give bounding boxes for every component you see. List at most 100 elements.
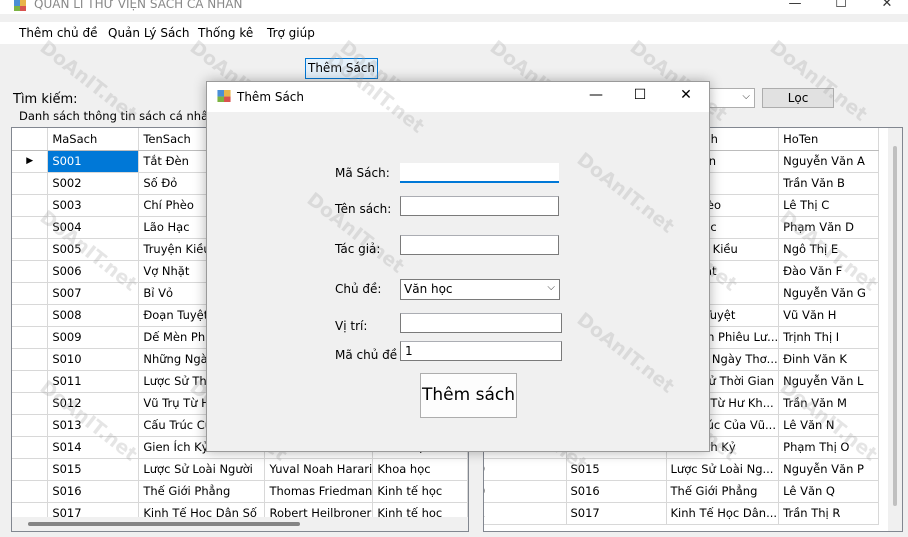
table-cell[interactable]: S013 — [47, 414, 140, 437]
table-cell[interactable]: S008 — [47, 304, 140, 327]
row-header[interactable] — [12, 480, 49, 503]
table-cell[interactable]: S005 — [47, 238, 140, 261]
add-book-dialog: Thêm Sách — ☐ ✕ DoAnIT.net DoAnIT.net Do… — [206, 48, 710, 452]
ma-sach-input[interactable] — [400, 163, 559, 183]
table-cell[interactable]: Phạm Thị O — [778, 436, 880, 459]
table-cell[interactable]: S004 — [47, 216, 140, 239]
table-cell[interactable]: S007 — [47, 282, 140, 305]
table-cell[interactable]: S014 — [47, 436, 140, 459]
table-cell[interactable]: Đào Văn F — [778, 260, 880, 283]
tac-gia-input[interactable] — [400, 235, 559, 255]
horizontal-scrollbar[interactable] — [12, 517, 468, 531]
row-header[interactable] — [12, 172, 49, 195]
scrollbar-thumb[interactable] — [28, 522, 300, 526]
ma-chu-de-input[interactable]: 1 — [400, 341, 562, 361]
table-cell[interactable]: Lược Sử Loài Ng... — [666, 458, 780, 481]
table-row[interactable]: S016 Thế Giới Phẳng Thomas Friedman Kinh tế… — [12, 480, 468, 503]
table-cell[interactable]: S009 — [47, 326, 140, 349]
table-cell[interactable]: Nguyễn Văn G — [778, 282, 880, 305]
row-header[interactable] — [12, 436, 49, 459]
minimize-icon[interactable]: — — [581, 87, 611, 107]
table-cell[interactable]: Trần Văn M — [778, 392, 880, 415]
table-cell[interactable]: Ngô Thị E — [778, 238, 880, 261]
table-cell[interactable]: Nguyễn Văn A — [778, 150, 880, 173]
row-header[interactable] — [12, 392, 49, 415]
table-cell[interactable]: 51 — [484, 502, 567, 525]
table-cell[interactable]: S016 — [47, 480, 140, 503]
scrollbar-thumb[interactable] — [893, 146, 897, 506]
table-cell[interactable]: Đinh Văn K — [778, 348, 880, 371]
table-row[interactable]: 51S017Kinh Tế Học Dân...Trần Thị R — [484, 502, 880, 525]
table-cell[interactable]: Lược Sử Loài Người — [138, 458, 266, 481]
menu-item-statistics[interactable]: Thống kê — [198, 26, 253, 40]
row-header[interactable] — [12, 370, 49, 393]
row-header[interactable]: ▶ — [12, 150, 49, 173]
row-header[interactable] — [12, 348, 49, 371]
maximize-icon[interactable]: ☐ — [818, 0, 864, 14]
vertical-scrollbar[interactable] — [888, 128, 902, 531]
row-header[interactable] — [12, 216, 49, 239]
table-cell[interactable]: S001 — [47, 150, 140, 173]
table-cell[interactable]: Thế Giới Phẳng — [138, 480, 266, 503]
table-cell[interactable]: S010 — [47, 348, 140, 371]
table-row[interactable]: 49S015Lược Sử Loài Ng...Nguyễn Văn P — [484, 458, 880, 481]
close-icon[interactable]: ✕ — [864, 0, 908, 14]
table-cell[interactable]: Nguyễn Văn L — [778, 370, 880, 393]
row-header[interactable] — [12, 260, 49, 283]
row-header[interactable] — [12, 304, 49, 327]
app-icon — [14, 0, 26, 11]
table-cell[interactable]: S015 — [47, 458, 140, 481]
chu-de-select[interactable]: Văn học ⌵ — [400, 279, 560, 300]
table-cell[interactable]: S015 — [566, 458, 667, 481]
table-row[interactable]: S015 Lược Sử Loài Người Yuval Noah Harari K… — [12, 458, 468, 481]
menu-item-help[interactable]: Trợ giúp — [267, 26, 315, 40]
table-cell[interactable]: S017 — [566, 502, 667, 525]
menu-item-manage-books[interactable]: Quản Lý Sách — [108, 26, 190, 40]
table-cell[interactable]: Nguyễn Văn P — [778, 458, 880, 481]
table-cell[interactable]: Lê Thị C — [778, 194, 880, 217]
table-cell[interactable]: Khoa học — [372, 458, 468, 481]
row-header[interactable] — [12, 414, 49, 437]
add-book-submit-button[interactable]: Thêm sách — [420, 373, 517, 418]
table-cell[interactable]: Trần Văn B — [778, 172, 880, 195]
table-cell[interactable]: Trịnh Thị I — [778, 326, 880, 349]
add-book-button[interactable]: Thêm Sách — [305, 58, 378, 79]
table-cell[interactable]: Vũ Văn H — [778, 304, 880, 327]
table-cell[interactable]: Thomas Friedman — [264, 480, 374, 503]
row-header[interactable] — [12, 238, 49, 261]
menu-bar: Thêm chủ đề Quản Lý Sách Thống kê Trợ gi… — [0, 22, 908, 44]
app-title: QUẢN LÍ THƯ VIỆN SÁCH CÁ NHÂN — [34, 0, 243, 11]
table-row[interactable]: 50S016Thế Giới PhẳngLê Văn Q — [484, 480, 880, 503]
table-cell[interactable]: Thế Giới Phẳng — [666, 480, 780, 503]
table-cell[interactable]: S002 — [47, 172, 140, 195]
table-cell[interactable]: Phạm Văn D — [778, 216, 880, 239]
close-icon[interactable]: ✕ — [671, 87, 701, 107]
menu-item-add-topic[interactable]: Thêm chủ đề — [19, 26, 97, 40]
table-cell[interactable]: Yuval Noah Harari — [264, 458, 374, 481]
row-header[interactable] — [12, 326, 49, 349]
vi-tri-input[interactable] — [400, 313, 562, 333]
column-header-masach[interactable]: MaSach — [47, 128, 140, 151]
table-cell[interactable]: S006 — [47, 260, 140, 283]
table-cell[interactable]: Kinh Tế Học Dân... — [666, 502, 780, 525]
table-cell[interactable]: S016 — [566, 480, 667, 503]
row-header[interactable] — [12, 458, 49, 481]
table-cell[interactable]: Kinh tế học — [372, 480, 468, 503]
table-cell[interactable]: S011 — [47, 370, 140, 393]
table-cell[interactable]: S012 — [47, 392, 140, 415]
filter-select[interactable]: ⌵ — [705, 88, 755, 108]
table-cell[interactable]: Lê Văn N — [778, 414, 880, 437]
chu-de-value: Văn học — [404, 282, 453, 296]
filter-button[interactable]: Lọc — [762, 88, 834, 108]
table-cell[interactable]: Lê Văn Q — [778, 480, 880, 503]
ten-sach-input[interactable] — [400, 196, 559, 216]
table-cell[interactable]: 50 — [484, 480, 567, 503]
table-cell[interactable]: S003 — [47, 194, 140, 217]
column-header-hoten[interactable]: HoTen — [778, 128, 880, 151]
row-header[interactable] — [12, 194, 49, 217]
maximize-icon[interactable]: ☐ — [625, 87, 655, 107]
table-cell[interactable]: 49 — [484, 458, 567, 481]
row-header[interactable] — [12, 282, 49, 305]
minimize-icon[interactable]: — — [772, 0, 818, 14]
table-cell[interactable]: Trần Thị R — [778, 502, 880, 525]
